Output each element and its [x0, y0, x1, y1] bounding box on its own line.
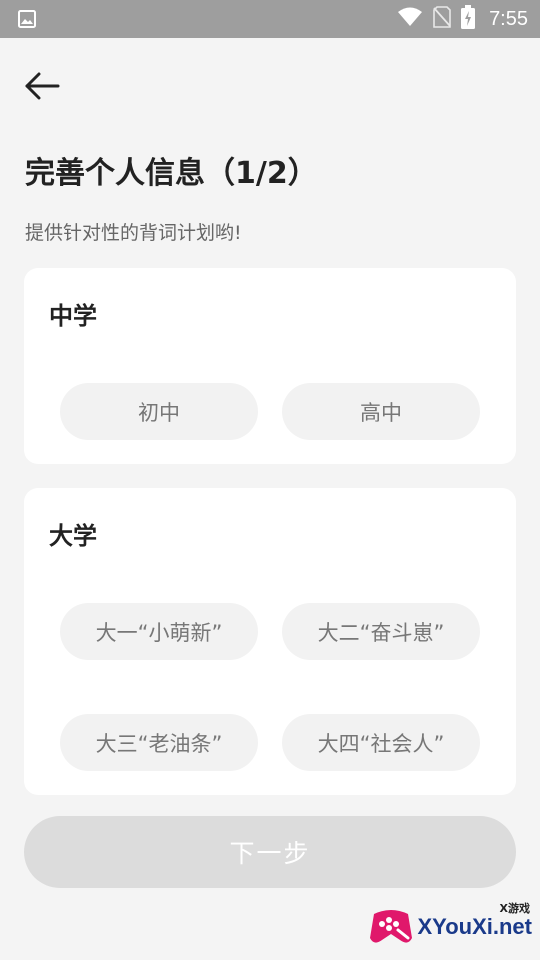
option-senior[interactable]: 大四“社会人”: [282, 714, 480, 771]
page-title: 完善个人信息（1/2）: [25, 156, 318, 191]
option-sophomore[interactable]: 大二“奋斗崽”: [282, 603, 480, 660]
watermark: X游戏 XYouXi.net: [368, 902, 533, 950]
status-bar: 7:55: [0, 0, 540, 38]
status-time: 7:55: [489, 7, 528, 30]
college-card: 大学 大一“小萌新” 大二“奋斗崽” 大三“老油条” 大四“社会人”: [24, 488, 516, 795]
middle-school-title: 中学: [49, 302, 97, 330]
watermark-small-label: X游戏: [499, 902, 530, 915]
next-button[interactable]: 下一步: [24, 816, 516, 888]
option-junior[interactable]: 大三“老油条”: [60, 714, 258, 771]
wifi-icon: [397, 7, 423, 31]
option-freshman[interactable]: 大一“小萌新”: [60, 603, 258, 660]
option-junior-high[interactable]: 初中: [60, 383, 258, 440]
watermark-brand: XYouXi.net: [417, 914, 533, 939]
image-icon: [18, 10, 36, 32]
middle-school-card: 中学 初中 高中: [24, 268, 516, 464]
gamepad-logo-icon: [369, 910, 412, 943]
college-title: 大学: [49, 522, 97, 550]
page-subtitle: 提供针对性的背词计划哟!: [25, 222, 242, 244]
no-sim-icon: [433, 6, 451, 32]
arrow-left-icon: [25, 72, 60, 100]
battery-icon: [461, 5, 476, 33]
option-senior-high[interactable]: 高中: [282, 383, 480, 440]
back-button[interactable]: [22, 66, 62, 106]
